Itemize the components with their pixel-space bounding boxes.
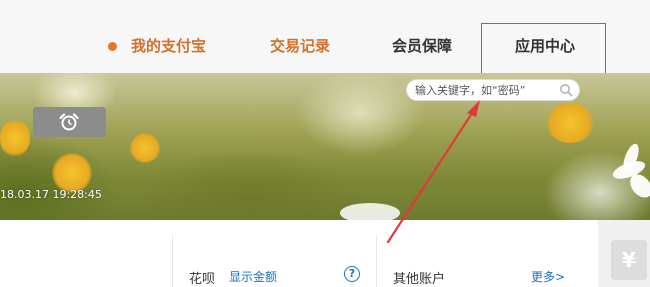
- reminder-button[interactable]: [33, 107, 106, 137]
- panel-divider: [376, 235, 377, 287]
- search-icon[interactable]: [559, 83, 573, 97]
- more-link[interactable]: 更多>: [531, 268, 565, 285]
- nav-transaction-records[interactable]: 交易记录: [270, 35, 330, 57]
- nav-my-alipay[interactable]: 我的支付宝: [131, 35, 206, 57]
- nav-member-protection[interactable]: 会员保障: [392, 35, 452, 57]
- yellow-flower: [545, 103, 595, 143]
- panel-divider: [172, 235, 173, 287]
- yellow-flower: [52, 153, 92, 193]
- yen-icon[interactable]: ¥: [611, 240, 647, 280]
- help-icon[interactable]: ?: [344, 266, 360, 282]
- search-input[interactable]: [415, 82, 555, 98]
- search-box: [406, 79, 580, 101]
- yellow-flower: [130, 133, 160, 163]
- yellow-flower: [0, 118, 30, 158]
- white-petal: [340, 203, 400, 220]
- show-amount-link[interactable]: 显示金额: [229, 268, 277, 285]
- active-indicator-dot: [108, 42, 117, 51]
- alarm-clock-icon: [59, 113, 79, 131]
- huabei-label: 花呗: [189, 272, 216, 287]
- other-accounts-label: 其他账户: [393, 272, 446, 287]
- last-login-time: 18.03.17 19:28:45: [0, 188, 102, 201]
